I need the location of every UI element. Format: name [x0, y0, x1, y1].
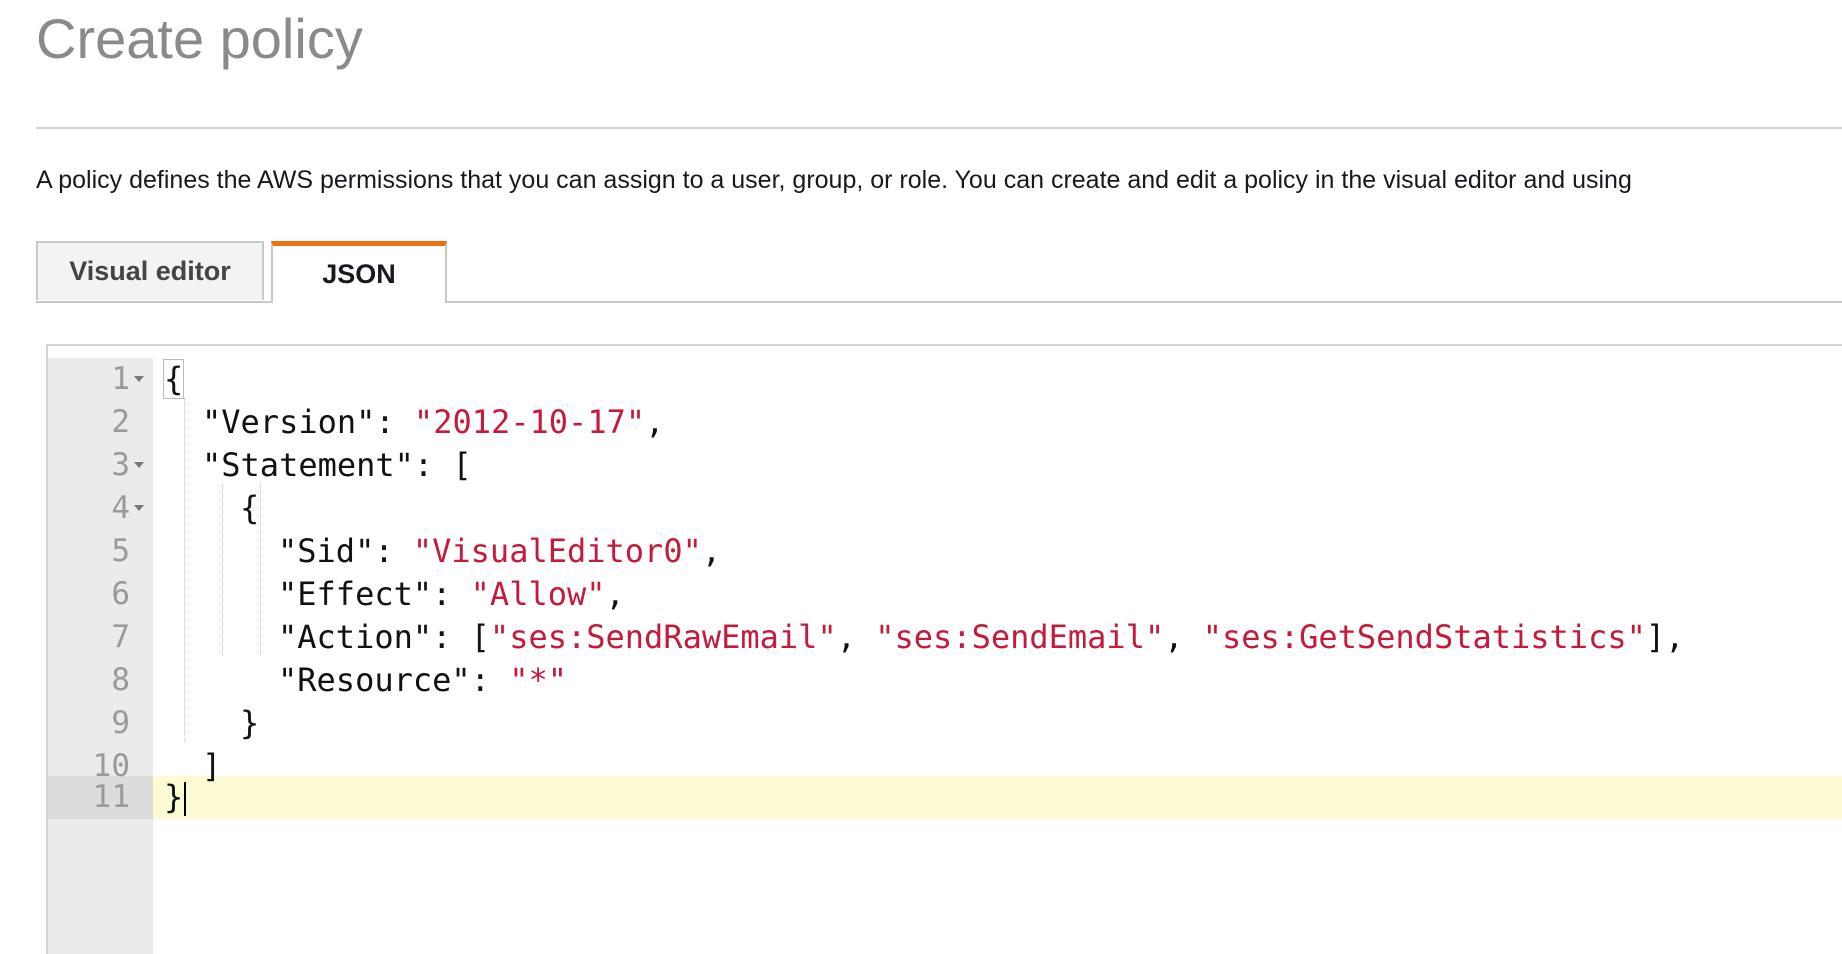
tab-visual-editor[interactable]: Visual editor [36, 241, 264, 300]
json-key: "Version": [202, 403, 414, 441]
json-punct: , [645, 403, 665, 441]
code-line[interactable]: 3 "Statement": [ [48, 444, 1842, 487]
fold-arrow-icon[interactable] [134, 505, 144, 511]
code-text: "Resource": "*" [278, 659, 567, 702]
line-number: 8 [111, 662, 130, 698]
json-key: "Resource": [278, 661, 510, 699]
json-punct: ], [1645, 618, 1685, 656]
page: Create policy A policy defines the AWS p… [0, 0, 1842, 954]
json-key: "Action": [ [278, 618, 490, 656]
json-string: "ses:GetSendStatistics" [1202, 618, 1646, 656]
line-number: 6 [111, 576, 130, 612]
code-text: "Statement": [ [202, 444, 472, 487]
json-string: "ses:SendRawEmail" [489, 618, 837, 656]
page-description: A policy defines the AWS permissions tha… [36, 166, 1632, 194]
json-punct: , [1164, 618, 1203, 656]
code-line[interactable]: 8 "Resource": "*" [48, 659, 1842, 702]
code-line[interactable]: 5 "Sid": "VisualEditor0", [48, 530, 1842, 573]
json-string: "VisualEditor0" [412, 532, 702, 570]
line-number: 4 [111, 490, 130, 526]
code-line[interactable]: 9 } [48, 702, 1842, 745]
json-punct: } [240, 704, 260, 742]
code-line[interactable]: 11 } [48, 776, 1842, 819]
page-title: Create policy [36, 7, 363, 70]
json-key: "Statement": [ [202, 446, 472, 484]
line-number: 5 [111, 533, 130, 569]
line-number: 2 [111, 404, 130, 440]
title-divider [36, 127, 1842, 129]
code-text: "Sid": "VisualEditor0", [278, 530, 721, 573]
code-text: "Version": "2012-10-17", [202, 401, 664, 444]
code-line[interactable]: 1 { [48, 358, 1842, 401]
code-text: { [240, 487, 259, 530]
editor-tabs: Visual editor JSON [36, 241, 1842, 303]
code-text: "Effect": "Allow", [278, 573, 625, 616]
code-line[interactable]: 7 "Action": ["ses:SendRawEmail", "ses:Se… [48, 616, 1842, 659]
code-line[interactable]: 6 "Effect": "Allow", [48, 573, 1842, 616]
json-punct: , [836, 618, 876, 656]
json-string: "Allow" [470, 575, 606, 613]
line-number: 1 [111, 361, 130, 397]
code-text: { [162, 358, 185, 401]
json-punct: { [240, 489, 260, 527]
tab-json[interactable]: JSON [271, 241, 447, 303]
json-key: "Sid": [278, 532, 413, 570]
line-number: 9 [111, 705, 130, 741]
line-number: 3 [111, 447, 130, 483]
json-string: "2012-10-17" [413, 403, 646, 441]
json-string: "ses:SendEmail" [875, 618, 1165, 656]
gutter-top [48, 346, 153, 358]
line-number: 11 [92, 779, 130, 815]
code-line[interactable]: 4 { [48, 487, 1842, 530]
json-code-editor[interactable]: 1 { 2 "Version": "2012-10-17", 3 "Statem… [46, 344, 1842, 954]
fold-arrow-icon[interactable] [134, 376, 144, 382]
line-number: 7 [111, 619, 130, 655]
code-text: "Action": ["ses:SendRawEmail", "ses:Send… [278, 616, 1684, 659]
fold-arrow-icon[interactable] [134, 462, 144, 468]
code-line[interactable]: 2 "Version": "2012-10-17", [48, 401, 1842, 444]
json-string: "*" [509, 661, 567, 699]
open-brace: { [162, 359, 185, 399]
close-brace: } [164, 778, 184, 816]
code-text: } [164, 776, 187, 819]
code-text: } [240, 702, 259, 745]
json-punct: , [605, 575, 625, 613]
text-cursor [184, 782, 187, 816]
json-key: "Effect": [278, 575, 471, 613]
json-punct: , [701, 532, 722, 570]
